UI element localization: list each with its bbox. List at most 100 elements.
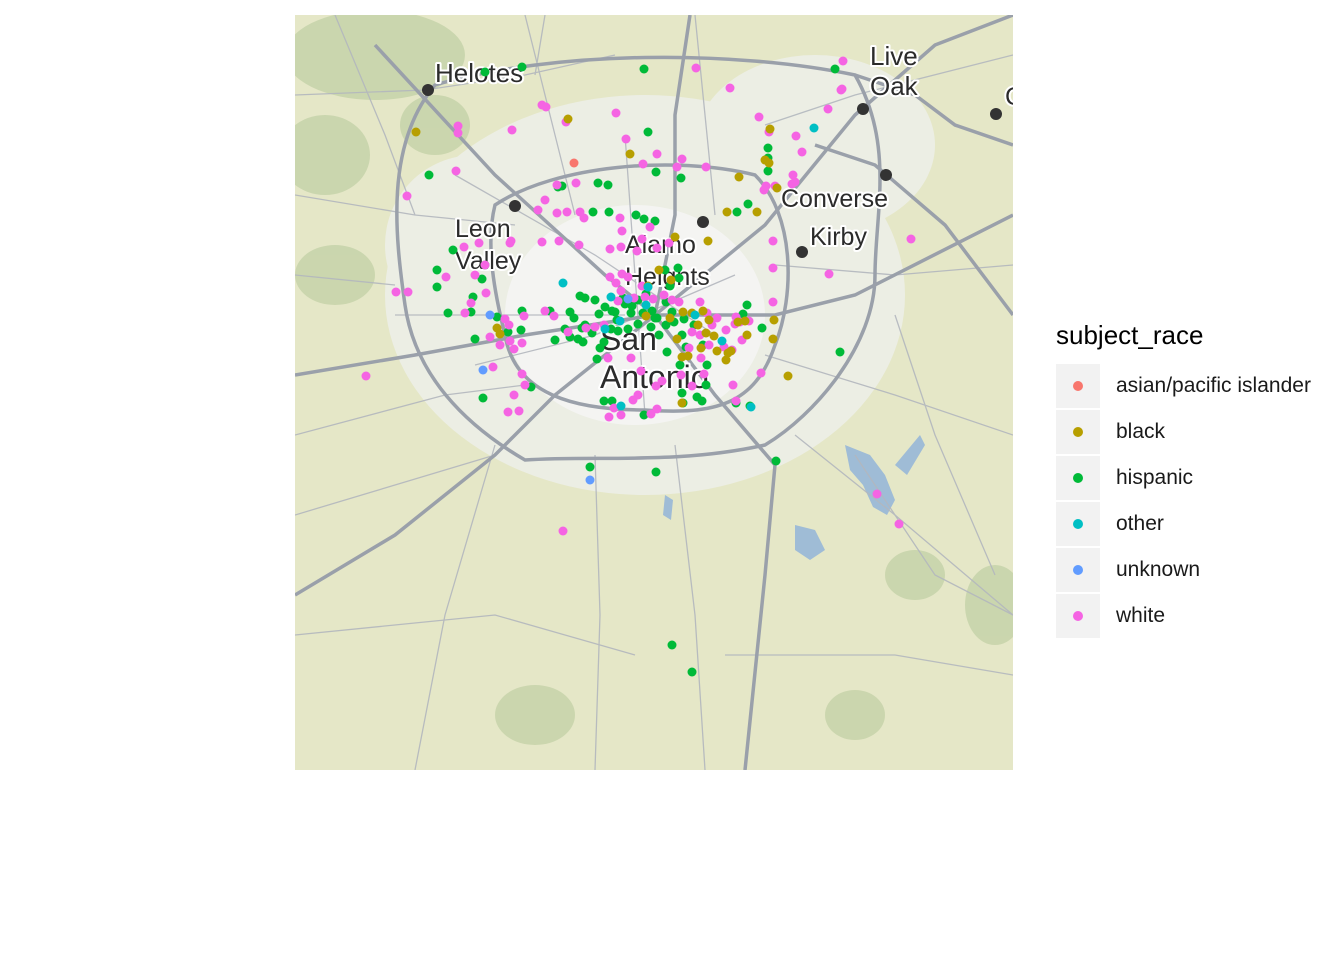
stop-point-hispanic [652,313,662,323]
legend-label: black [1116,420,1166,443]
stop-point-white [626,353,636,363]
stop-point-white [617,226,627,236]
map-panel: Helotes Live Oak Leon Valley Converse Kirby Ala… [295,15,1013,770]
stop-point-black [641,311,651,321]
stop-point-white [657,376,667,386]
legend-swatch [1073,381,1083,391]
stop-point-white [623,272,633,282]
stop-point-black [740,316,750,326]
stop-point-hispanic [732,207,742,217]
stop-point-white [611,278,621,288]
stop-point-white [645,222,655,232]
stop-point-white [659,290,669,300]
stop-point-hispanic [646,322,656,332]
stop-point-white [533,205,543,215]
stop-point-white [540,306,550,316]
stop-point-other [643,282,653,292]
live-oak-label-line: Live [870,41,918,71]
stop-point-hispanic [651,167,661,177]
stop-point-white [731,396,741,406]
stop-point-white [768,297,778,307]
stop-point-black [722,207,732,217]
live-oak-label: Live Oak [870,41,919,101]
stop-point-white [824,269,834,279]
stop-point-hispanic [771,456,781,466]
stop-point-white [507,125,517,135]
stop-point-white [615,213,625,223]
stop-point-black [712,346,722,356]
stop-point-white [558,526,568,536]
stop-point-black [703,236,713,246]
stop-point-white [571,178,581,188]
stop-point-white [453,128,463,138]
stop-point-other [717,336,727,346]
stop-point-black [693,320,703,330]
stop-point-white [517,338,527,348]
stop-point-hispanic [676,173,686,183]
stop-point-hispanic [516,325,526,335]
stop-point-hispanic [662,347,672,357]
stop-point-white [552,180,562,190]
converse-dot [880,169,892,181]
stop-point-unknown [485,310,495,320]
stop-point-hispanic [432,282,442,292]
legend-item: other [1056,501,1311,547]
legend-item: unknown [1056,547,1311,593]
stop-point-other [690,310,700,320]
stop-point-hispanic [432,265,442,275]
kirby-label-line: Kirby [810,223,867,251]
stop-point-white [514,406,524,416]
stop-point-hispanic [594,309,604,319]
stop-point-white [616,242,626,252]
stop-point-hispanic [448,245,458,255]
legend-swatch [1073,519,1083,529]
stop-point-white [894,519,904,529]
stop-point-white [695,297,705,307]
stop-point-hispanic [757,323,767,333]
stop-point-hispanic [588,207,598,217]
stop-point-hispanic [610,307,620,317]
stop-point-hispanic [687,667,697,677]
stop-point-hispanic [743,199,753,209]
stop-point-white [459,242,469,252]
stop-point-white [505,336,515,346]
legend-swatch [1073,565,1083,575]
stop-point-hispanic [639,214,649,224]
stop-point-hispanic [830,64,840,74]
stop-point-white [460,308,470,318]
stop-point-black [411,127,421,137]
legend-label: unknown [1116,558,1201,581]
stop-point-white [402,191,412,201]
stop-point-black [495,329,505,339]
stop-point-white [646,409,656,419]
stop-point-black [665,313,675,323]
stop-point-white [725,83,735,93]
stop-point-hispanic [835,347,845,357]
legend-item: hispanic [1056,455,1311,501]
stop-point-black [783,371,793,381]
stop-point-white [503,407,513,417]
stop-point-hispanic [631,210,641,220]
legend-swatch [1073,427,1083,437]
place-dot [509,200,521,212]
stop-point-white [728,380,738,390]
stop-point-white [574,240,584,250]
legend-label: other [1116,512,1164,535]
basemap: HelotesLive OakLeon ValleyConverseKirbyAla… [295,15,1013,770]
stop-point-hispanic [701,380,711,390]
stop-point-white [684,343,694,353]
stop-point-hispanic [569,313,579,323]
stop-point-hispanic [443,308,453,318]
legend-item: black [1056,409,1311,455]
stop-point-white [361,371,371,381]
stop-point-hispanic [603,180,613,190]
stop-point-white [838,56,848,66]
stop-point-black [704,315,714,325]
legend-swatch [1073,473,1083,483]
stop-point-hispanic [673,263,683,273]
stop-point-white [696,353,706,363]
stop-point-unknown [585,475,595,485]
stop-point-white [537,237,547,247]
stop-point-white [540,195,550,205]
stop-point-white [823,104,833,114]
